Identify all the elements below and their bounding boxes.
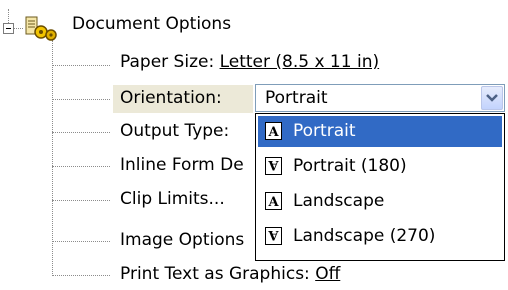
tree-connector-output-type — [52, 132, 110, 133]
dropdown-option-label: Landscape — [293, 191, 385, 211]
portrait-orientation-icon: A — [265, 122, 282, 140]
svg-text:A: A — [268, 157, 280, 172]
dropdown-option-label: Portrait (180) — [293, 156, 407, 176]
tree-connector-root — [8, 9, 9, 23]
tree-connector-print-text — [52, 275, 110, 276]
landscape-270-orientation-icon: A — [265, 227, 282, 245]
tree-connector-root-h — [13, 28, 23, 29]
svg-text:A: A — [267, 195, 279, 210]
paper-size-label: Paper Size: — [120, 52, 220, 72]
landscape-orientation-icon: A — [265, 192, 282, 210]
tree-item-output-type[interactable]: Output Type: — [120, 121, 229, 141]
dropdown-option-landscape-270[interactable]: A Landscape (270) — [258, 221, 502, 252]
tree-connector-image-options — [52, 241, 110, 242]
document-options-icon — [24, 15, 64, 41]
orientation-combo[interactable]: Portrait — [255, 84, 505, 112]
dropdown-option-label: Portrait — [293, 121, 356, 141]
collapse-minus-icon[interactable] — [3, 23, 14, 34]
paper-size-value[interactable]: Letter (8.5 x 11 in) — [220, 52, 380, 72]
dropdown-option-label: Landscape (270) — [293, 226, 436, 246]
tree-connector-clip-limits — [52, 200, 110, 201]
tree-item-orientation[interactable]: Orientation: — [120, 88, 222, 108]
svg-text:A: A — [267, 125, 279, 140]
dropdown-option-landscape[interactable]: A Landscape — [258, 186, 502, 217]
tree-root-label[interactable]: Document Options — [72, 14, 231, 34]
tree-connector-paper-size — [52, 65, 110, 66]
print-text-value[interactable]: Off — [315, 264, 340, 284]
dropdown-option-portrait[interactable]: A Portrait — [258, 116, 502, 147]
tree-item-image-options[interactable]: Image Options — [120, 230, 244, 250]
portrait-180-orientation-icon: A — [265, 157, 282, 175]
tree-item-paper-size[interactable]: Paper Size: Letter (8.5 x 11 in) — [120, 52, 379, 72]
dropdown-option-portrait-180[interactable]: A Portrait (180) — [258, 151, 502, 182]
tree-connector-orientation — [52, 99, 110, 100]
tree-item-print-text[interactable]: Print Text as Graphics: Off — [120, 264, 340, 284]
tree-item-clip-limits[interactable]: Clip Limits... — [120, 189, 225, 209]
tree-connector-inline-form — [52, 166, 110, 167]
orientation-combo-value: Portrait — [265, 88, 328, 108]
combo-dropdown-button[interactable] — [481, 86, 503, 110]
chevron-down-icon — [486, 94, 498, 102]
orientation-dropdown-list: A Portrait A Portrait (180) A Landscape … — [255, 113, 505, 261]
svg-text:A: A — [268, 227, 280, 242]
print-text-label: Print Text as Graphics: — [120, 264, 316, 284]
tree-item-inline-form[interactable]: Inline Form De — [120, 155, 244, 175]
